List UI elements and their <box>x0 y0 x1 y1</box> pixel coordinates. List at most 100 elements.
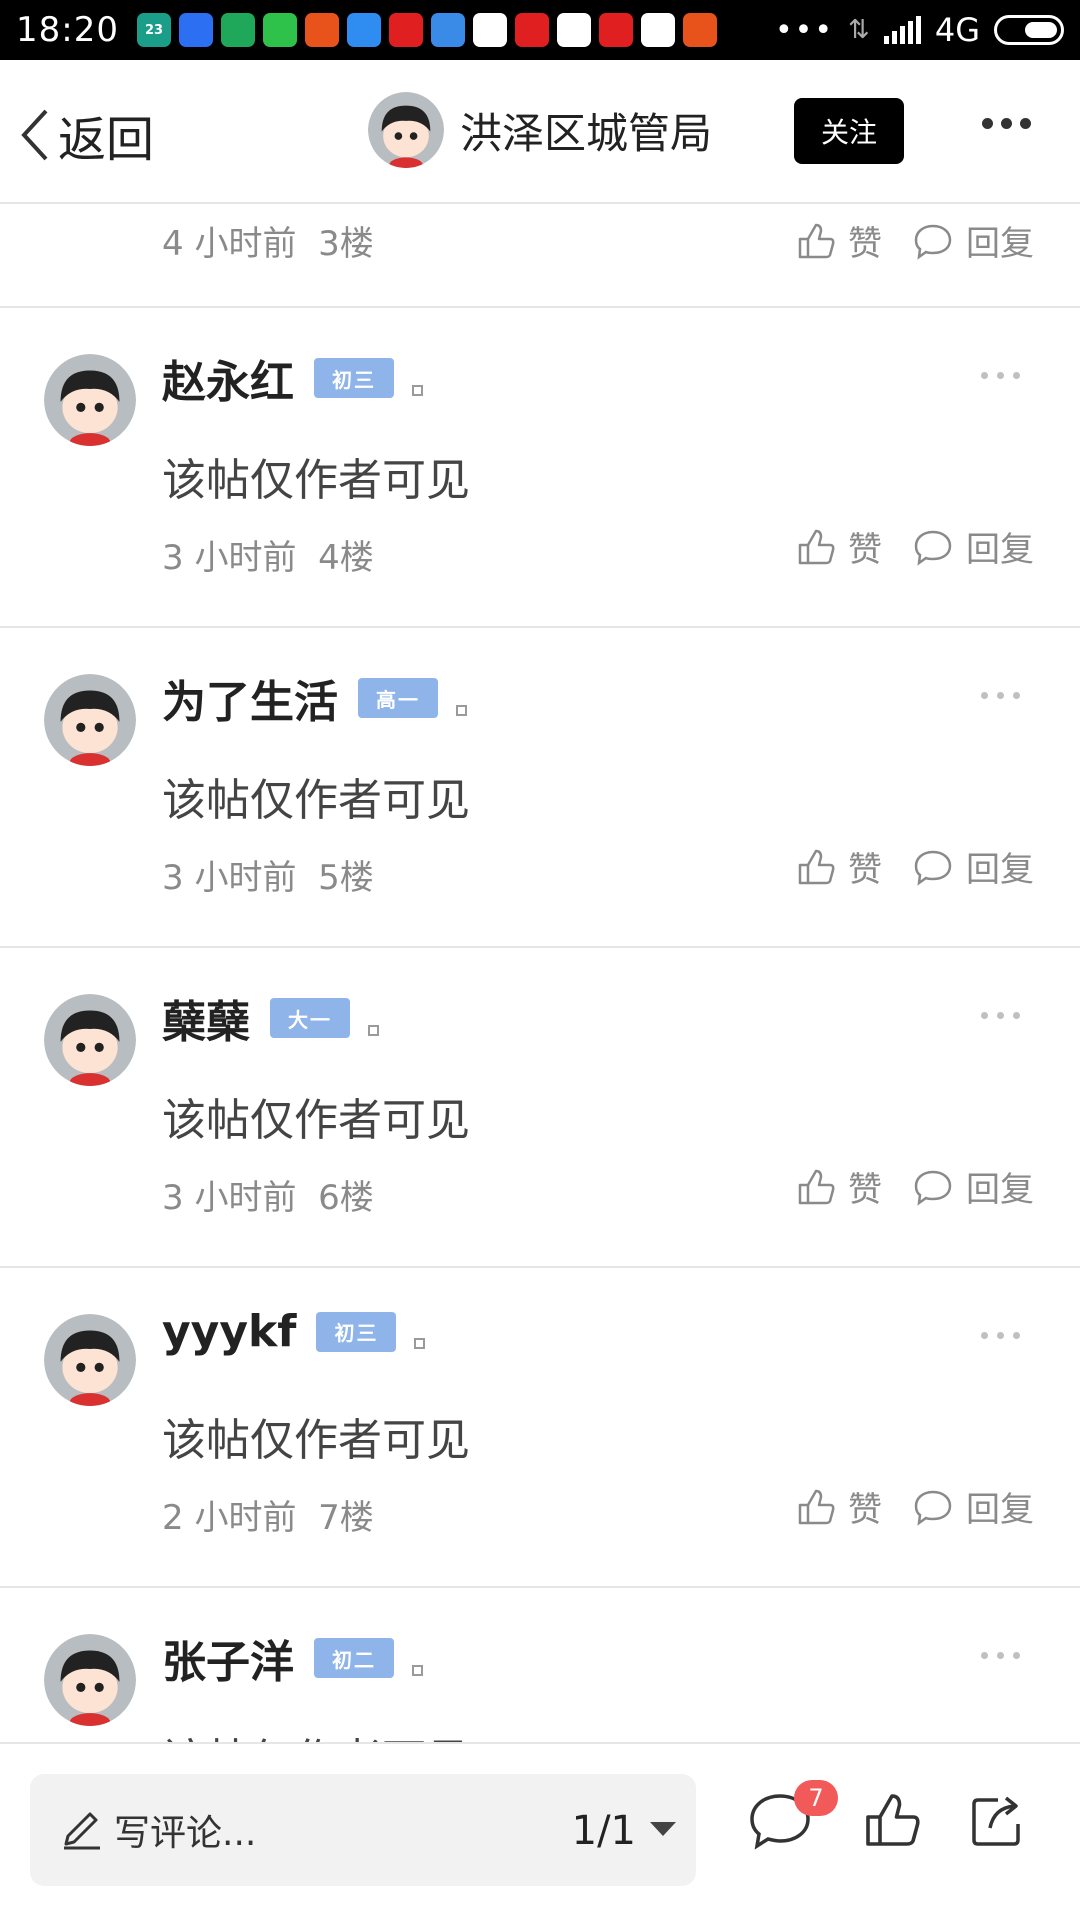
reply-button[interactable]: 回复 <box>912 522 1034 571</box>
post-floor: 7楼 <box>318 1498 374 1538</box>
news-app-icon <box>388 13 423 47</box>
like-label: 赞 <box>848 1170 882 1210</box>
like-button[interactable]: 赞 <box>796 1162 882 1211</box>
square-icon <box>412 384 423 396</box>
level-badge: 初二 <box>314 1638 394 1678</box>
page-title: 洪泽区城管局 <box>460 108 713 158</box>
square-icon <box>414 1338 426 1349</box>
reply-button[interactable]: 回复 <box>912 842 1034 891</box>
more-options-icon[interactable] <box>981 692 1020 699</box>
account-info[interactable]: 洪泽区城管局 <box>368 92 712 168</box>
more-options-icon[interactable] <box>982 118 1031 129</box>
username[interactable]: 张子洋 <box>162 1626 294 1690</box>
level-badge: 高一 <box>358 678 438 718</box>
app-icon <box>346 13 381 47</box>
list-item[interactable]: 蘖蘖 大一 该帖仅作者可见 3 小时前 6楼 赞 回复 <box>0 948 1080 1268</box>
square-icon <box>412 1664 423 1676</box>
like-button[interactable]: 赞 <box>796 842 882 891</box>
network-type: 4G <box>934 11 980 49</box>
like-button[interactable]: 赞 <box>796 1482 882 1531</box>
avatar[interactable] <box>44 674 136 766</box>
thumbs-up-icon[interactable] <box>862 1790 922 1850</box>
reply-button[interactable]: 回复 <box>912 1482 1034 1531</box>
list-item[interactable]: 为了生活 高一 该帖仅作者可见 3 小时前 5楼 赞 回复 <box>0 628 1080 948</box>
chat-bubble-icon <box>914 530 952 566</box>
post-floor: 3楼 <box>318 224 374 264</box>
more-options-icon[interactable] <box>981 1652 1020 1659</box>
list-item[interactable]: 张子洋 初二 该帖仅作者可见 <box>0 1588 1080 1742</box>
avatar[interactable] <box>44 994 136 1086</box>
username[interactable]: yyykf <box>162 1306 296 1357</box>
reply-label: 回复 <box>966 850 1034 890</box>
level-badge: 初三 <box>316 1311 397 1352</box>
back-label: 返回 <box>58 112 155 168</box>
post-meta: 4 小时前 3楼 <box>162 216 374 265</box>
list-item: 4 小时前 3楼 赞 回复 <box>0 206 1080 308</box>
post-actions: 赞 回复 <box>796 216 1034 265</box>
shield-icon <box>178 13 213 47</box>
chat-bubble-icon <box>914 224 952 260</box>
reply-label: 回复 <box>966 530 1034 570</box>
post-content: 该帖仅作者可见 <box>162 1415 470 1466</box>
level-badge: 大一 <box>270 998 350 1038</box>
news-app-icon <box>598 13 633 47</box>
comment-count-badge: 7 <box>794 1780 838 1816</box>
thumbs-up-icon <box>798 849 835 884</box>
caret-down-icon[interactable] <box>650 1822 676 1836</box>
share-icon[interactable] <box>968 1790 1028 1850</box>
username[interactable]: 赵永红 <box>162 346 294 410</box>
username[interactable]: 为了生活 <box>162 666 338 730</box>
data-arrows-icon: ⇅ <box>848 15 870 45</box>
avatar[interactable] <box>44 1634 136 1726</box>
like-button[interactable]: 赞 <box>796 522 882 571</box>
page-indicator[interactable]: 1/1 <box>572 1808 636 1854</box>
pencil-icon <box>64 1812 100 1850</box>
chat-bubble-icon <box>914 1170 952 1206</box>
square-icon <box>368 1024 379 1036</box>
thumbs-up-icon <box>798 529 835 564</box>
avatar <box>368 92 444 168</box>
username-row: 为了生活 高一 <box>162 666 467 730</box>
post-actions: 赞 回复 <box>796 842 1034 891</box>
play-icon <box>556 13 591 47</box>
level-badge: 初三 <box>314 358 394 398</box>
post-time: 3 小时前 <box>162 858 297 898</box>
avatar[interactable] <box>44 1314 136 1406</box>
status-time: 18:20 <box>16 10 119 50</box>
post-content: 该帖仅作者可见 <box>162 1724 470 1742</box>
reply-label: 回复 <box>966 224 1034 264</box>
back-button[interactable]: 返回 <box>20 100 154 170</box>
more-options-icon[interactable] <box>981 1332 1020 1339</box>
like-button[interactable]: 赞 <box>796 216 882 265</box>
bottom-bar: 写评论... 1/1 7 <box>0 1742 1080 1920</box>
comment-list[interactable]: 4 小时前 3楼 赞 回复 赵永红 初三 该帖仅作者可见 3 小时前 4楼 赞 … <box>0 206 1080 1742</box>
post-actions: 赞 回复 <box>796 1482 1034 1531</box>
promo-app-icon <box>682 13 717 47</box>
more-options-icon[interactable] <box>981 1012 1020 1019</box>
news-app-icon <box>514 13 549 47</box>
promo-app-icon <box>304 13 339 47</box>
post-meta: 2 小时前 7楼 <box>162 1490 374 1539</box>
reply-button[interactable]: 回复 <box>912 1162 1034 1211</box>
top-nav-bar: 返回 洪泽区城管局 关注 <box>0 60 1080 204</box>
overflow-icon: ••• <box>774 12 835 48</box>
status-bar: 18:20 23 ••• ⇅ 4G <box>0 0 1080 60</box>
reply-button[interactable]: 回复 <box>912 216 1034 265</box>
battery-icon <box>994 15 1064 45</box>
list-item[interactable]: 赵永红 初三 该帖仅作者可见 3 小时前 4楼 赞 回复 <box>0 308 1080 628</box>
more-options-icon[interactable] <box>981 372 1020 379</box>
username-row: 赵永红 初三 <box>162 346 423 410</box>
calendar-icon: 23 <box>136 13 171 47</box>
username-row: 蘖蘖 大一 <box>162 986 379 1050</box>
post-time: 3 小时前 <box>162 1178 297 1218</box>
username[interactable]: 蘖蘖 <box>162 986 250 1050</box>
post-content: 该帖仅作者可见 <box>162 775 470 826</box>
avatar[interactable] <box>44 354 136 446</box>
thumbs-up-icon <box>798 223 835 258</box>
username-row: 张子洋 初二 <box>162 1626 423 1690</box>
comment-input[interactable]: 写评论... 1/1 <box>30 1774 696 1886</box>
post-time: 3 小时前 <box>162 538 297 578</box>
list-item[interactable]: yyykf 初三 该帖仅作者可见 2 小时前 7楼 赞 回复 <box>0 1268 1080 1588</box>
follow-button[interactable]: 关注 <box>794 98 904 164</box>
reply-label: 回复 <box>966 1170 1034 1210</box>
